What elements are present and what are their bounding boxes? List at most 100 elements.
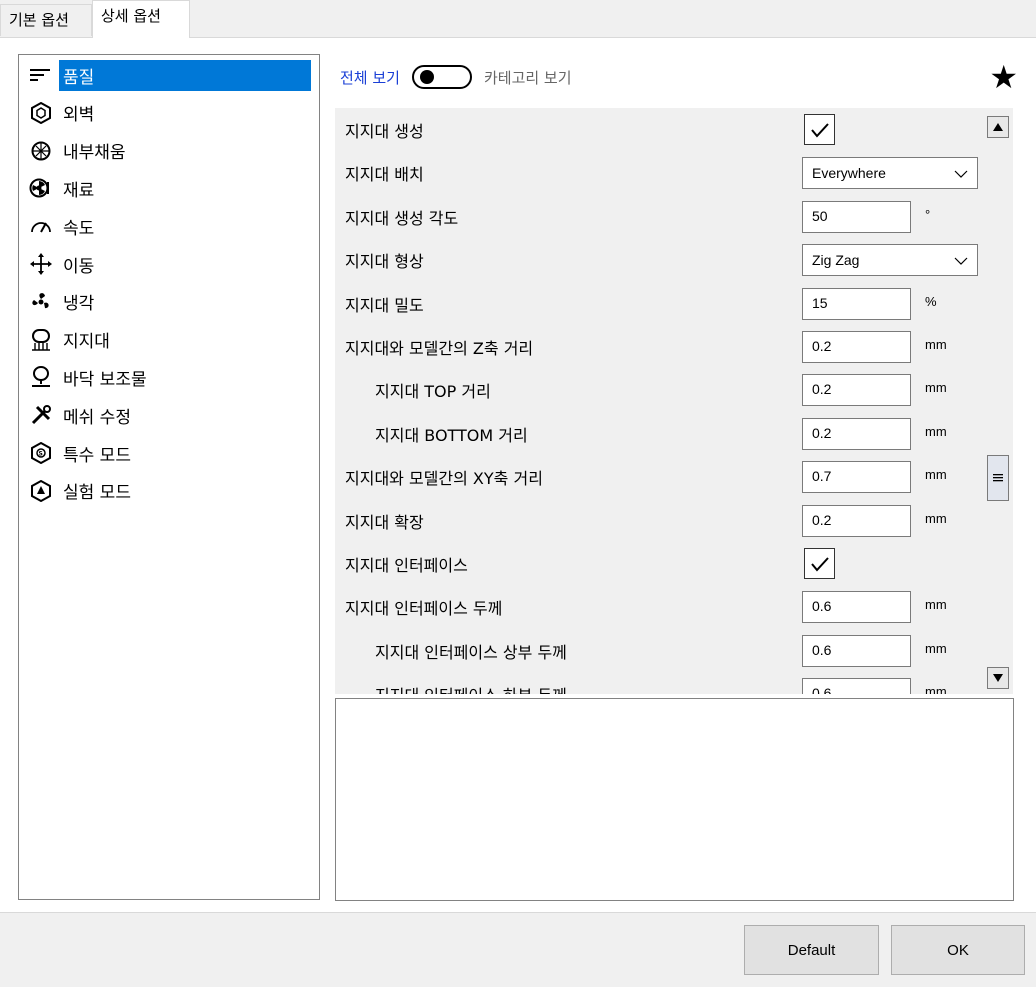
category-label: 내부채움 — [63, 143, 126, 164]
setting-unit: mm — [925, 337, 947, 352]
setting-unit: mm — [925, 380, 947, 396]
category-label: 지지대 — [63, 332, 110, 353]
description-box — [335, 698, 1014, 901]
setting-row: 지지대 생성 — [335, 108, 985, 151]
setting-row: 지지대 BOTTOM 거리 0.2 mm — [335, 412, 985, 455]
setting-select[interactable]: Everywhere — [802, 157, 978, 190]
setting-unit: mm — [925, 423, 947, 439]
setting-label: 지지대 인터페이스 하부 두께 — [375, 682, 567, 694]
setting-row: 지지대 배치 Everywhere — [335, 151, 985, 194]
experimental-icon — [29, 479, 53, 503]
setting-input[interactable]: 0.2 — [802, 504, 911, 537]
setting-row: 지지대 인터페이스 — [335, 542, 985, 585]
setting-label: 지지대 생성 — [345, 122, 424, 141]
setting-row: 지지대 인터페이스 상부 두께 0.6 mm — [335, 629, 985, 672]
category-item[interactable]: 내부채움 — [29, 133, 315, 169]
support-icon — [29, 328, 53, 352]
setting-label: 지지대 생성 각도 — [345, 208, 459, 228]
scroll-down-button[interactable] — [987, 667, 1009, 689]
setting-label: 지지대 확장 — [345, 512, 424, 532]
hexagon-icon — [29, 101, 53, 125]
category-label: 외벽 — [63, 105, 95, 126]
setting-row: 지지대 TOP 거리 0.2 mm — [335, 368, 985, 411]
setting-label: 지지대 형상 — [345, 252, 424, 272]
category-label: 메쉬 수정 — [63, 407, 131, 428]
category-item[interactable]: 바닥 보조물 — [29, 359, 315, 395]
setting-checkbox[interactable] — [804, 548, 835, 579]
select-value: Everywhere — [812, 165, 886, 182]
setting-label: 지지대와 모델간의 XY축 거리 — [345, 469, 543, 489]
build-plate-adhesion-icon — [29, 365, 53, 389]
fan-icon — [29, 290, 53, 314]
special-mode-icon: S — [29, 441, 53, 465]
setting-label: 지지대 BOTTOM 거리 — [375, 425, 528, 445]
category-label: 재료 — [63, 180, 95, 201]
chevron-down-icon — [954, 165, 968, 181]
category-label: 바닥 보조물 — [63, 369, 147, 390]
scrollbar-thumb[interactable] — [987, 455, 1009, 501]
setting-select[interactable]: Zig Zag — [802, 244, 978, 277]
setting-unit: ° — [925, 206, 931, 222]
scroll-up-button[interactable] — [987, 116, 1009, 138]
setting-row: 지지대 형상 Zig Zag — [335, 238, 985, 281]
setting-row: 지지대와 모델간의 Z축 거리 0.2 mm — [335, 325, 985, 368]
tab-bar: 기본 옵션 상세 옵션 — [0, 0, 1036, 40]
category-item[interactable]: 냉각 — [29, 284, 315, 320]
tab-advanced-options[interactable]: 상세 옵션 — [92, 0, 190, 38]
setting-label: 지지대 인터페이스 — [345, 556, 468, 575]
infill-icon — [29, 139, 53, 163]
category-label: 냉각 — [63, 294, 95, 315]
setting-input[interactable]: 0.2 — [802, 331, 911, 363]
chevron-down-icon — [954, 252, 968, 268]
category-item[interactable]: 실험 모드 — [29, 473, 315, 509]
setting-input[interactable]: 0.2 — [802, 417, 911, 450]
default-button[interactable]: Default — [744, 925, 879, 975]
category-item[interactable]: 메쉬 수정 — [29, 397, 315, 433]
setting-input[interactable]: 0.2 — [802, 374, 911, 407]
setting-unit: mm — [925, 510, 947, 526]
setting-label: 지지대 TOP 거리 — [375, 382, 491, 402]
setting-input[interactable]: 0.6 — [802, 591, 911, 624]
ok-button[interactable]: OK — [891, 925, 1025, 975]
setting-row: 지지대 확장 0.2 mm — [335, 499, 985, 542]
category-label: 실험 모드 — [63, 483, 131, 504]
setting-input[interactable]: 0.7 — [802, 461, 911, 494]
setting-label: 지지대와 모델간의 Z축 거리 — [345, 339, 534, 358]
category-view-label[interactable]: 카테고리 보기 — [484, 67, 572, 88]
category-item[interactable]: 속도 — [29, 208, 315, 244]
speedometer-icon — [29, 214, 53, 238]
all-view-label[interactable]: 전체 보기 — [340, 67, 400, 88]
arrow-up-icon — [993, 123, 1003, 131]
view-toggle[interactable] — [411, 65, 472, 89]
category-item[interactable]: 품질 — [29, 57, 315, 93]
svg-text:S: S — [39, 451, 43, 458]
settings-panel: 지지대 생성지지대 배치 Everywhere 지지대 생성 각도 50 ° 지지대 형상… — [335, 108, 1013, 694]
category-item[interactable]: 외벽 — [29, 95, 315, 131]
toggle-knob — [419, 70, 434, 84]
setting-unit: mm — [925, 684, 947, 694]
view-mode-row: 전체 보기 카테고리 보기 ★ — [340, 60, 1020, 94]
setting-row: 지지대와 모델간의 XY축 거리 0.7 mm — [335, 455, 985, 498]
move-arrows-icon — [29, 252, 53, 276]
setting-unit: mm — [925, 597, 947, 613]
category-item[interactable]: 재료 — [29, 170, 315, 206]
grip-icon — [993, 474, 1003, 482]
setting-input[interactable]: 50 — [802, 200, 911, 233]
setting-input[interactable]: 15 — [802, 287, 911, 320]
category-list: 품질외벽내부채움재료속도 이동냉각지지대바닥 보조물메쉬 수정 S 특수 모드실험 모… — [18, 54, 320, 900]
spool-icon — [29, 176, 53, 200]
lines-icon — [29, 63, 53, 87]
setting-checkbox[interactable] — [804, 114, 835, 145]
category-item[interactable]: 지지대 — [29, 322, 315, 358]
setting-input[interactable]: 0.6 — [802, 634, 911, 667]
setting-row: 지지대 생성 각도 50 ° — [335, 195, 985, 238]
setting-label: 지지대 배치 — [345, 165, 424, 185]
category-item[interactable]: S 특수 모드 — [29, 435, 315, 471]
setting-input[interactable]: 0.6 — [802, 678, 911, 694]
setting-label: 지지대 인터페이스 상부 두께 — [375, 642, 567, 662]
setting-label: 지지대 밀도 — [345, 295, 424, 315]
star-icon[interactable]: ★ — [989, 60, 1018, 94]
setting-label: 지지대 인터페이스 두께 — [345, 599, 503, 619]
tab-basic-options[interactable]: 기본 옵션 — [0, 4, 92, 36]
category-item[interactable]: 이동 — [29, 246, 315, 282]
